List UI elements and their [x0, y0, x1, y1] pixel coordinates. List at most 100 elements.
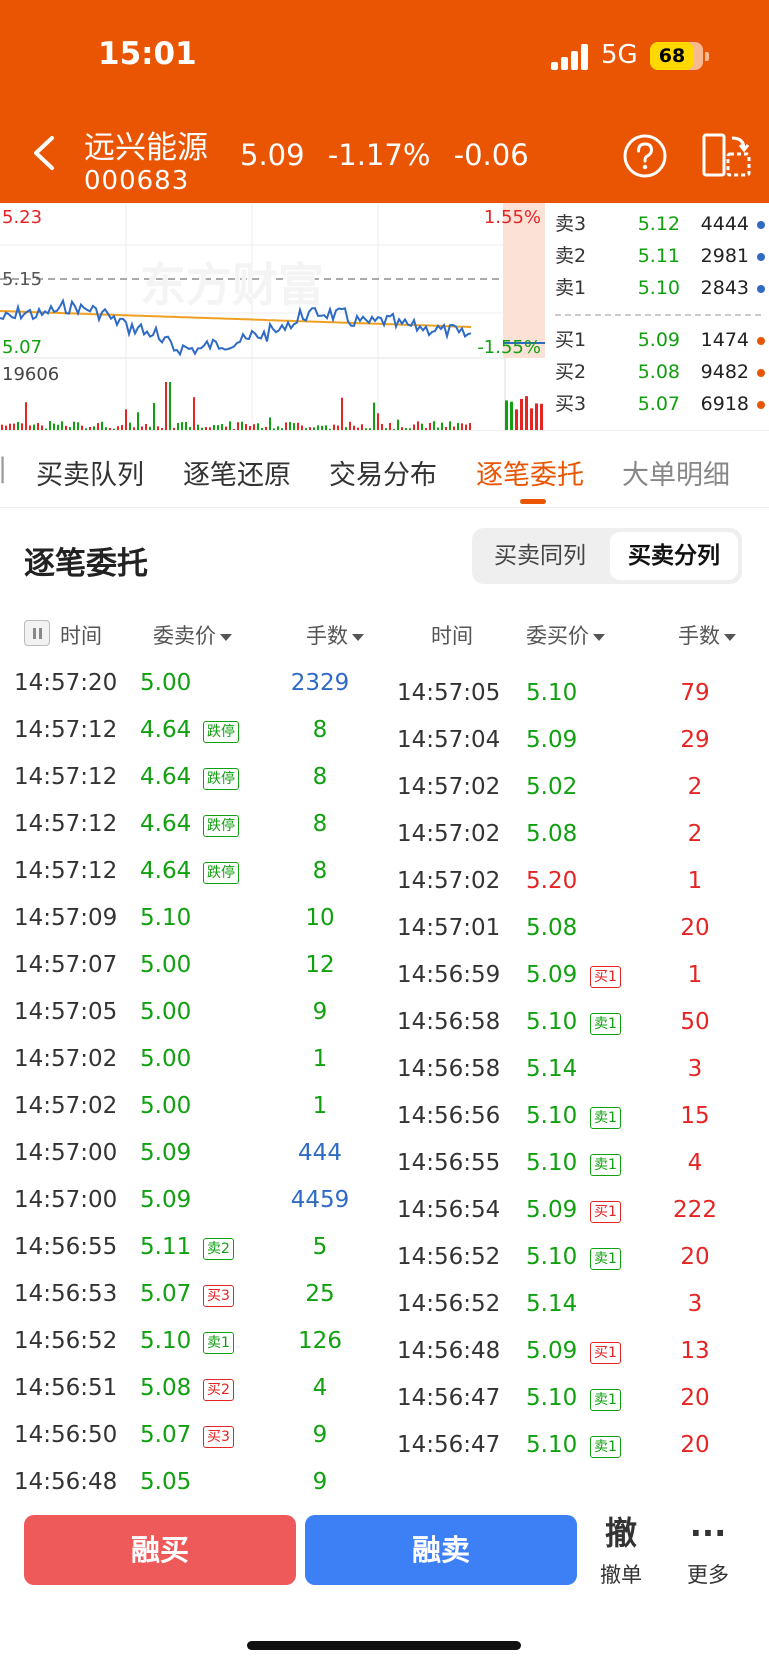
order-badge: 买1	[590, 1342, 621, 1364]
order-volume: 20	[680, 915, 710, 941]
sell-order-row: 14:57:02 5.00 1	[0, 1083, 385, 1130]
sell-order-row: 14:57:07 5.00 12	[0, 942, 385, 989]
intraday-chart[interactable]: 东方财富 5.23 5.15 5.07 1.55% -1.55% 19606	[0, 203, 545, 430]
volume-bar	[169, 382, 171, 430]
auction-volume-bar	[535, 403, 538, 430]
margin-sell-button[interactable]: 融卖	[305, 1515, 577, 1585]
volume-bar	[193, 397, 195, 430]
order-time: 14:57:02	[397, 774, 501, 800]
order-time: 14:56:50	[14, 1422, 118, 1448]
bid-dot-icon	[757, 337, 765, 345]
bid-price: 5.09	[637, 329, 680, 351]
order-badge: 卖2	[203, 1238, 234, 1260]
more-button[interactable]: ··· 更多	[680, 1513, 736, 1589]
order-price: 5.14	[526, 1056, 578, 1082]
ask-row-3[interactable]: 卖3 5.12 4444	[545, 209, 769, 239]
volume-bar	[165, 382, 167, 430]
tab-large-orders[interactable]: 大单明细	[622, 453, 730, 492]
bid-row-1[interactable]: 买1 5.09 1474	[545, 325, 769, 355]
buy-order-row: 14:57:01 5.08 20	[385, 905, 769, 952]
auction-volume-bar	[515, 409, 518, 430]
bid-price: 5.07	[637, 393, 680, 415]
volume-bar	[257, 423, 259, 430]
order-price: 5.00	[140, 670, 192, 696]
order-time: 14:57:00	[14, 1140, 118, 1166]
tab-partial[interactable]: |	[0, 453, 7, 484]
buy-order-row: 14:56:47 5.10 卖1 20	[385, 1422, 769, 1469]
volume-bar	[129, 422, 131, 430]
battery-icon: 68	[650, 42, 709, 70]
order-badge: 跌停	[203, 768, 239, 790]
order-price: 5.10	[526, 1150, 578, 1176]
buy-volume-header[interactable]: 手数	[678, 620, 736, 650]
buy-price-header[interactable]: 委买价	[526, 620, 605, 650]
ask-row-1[interactable]: 卖1 5.10 2843	[545, 273, 769, 303]
buy-order-row: 14:57:04 5.09 29	[385, 717, 769, 764]
ask-price: 5.10	[637, 277, 680, 299]
tab-trade-distribution[interactable]: 交易分布	[329, 453, 437, 492]
order-price: 5.09	[140, 1187, 192, 1213]
order-volume: 5	[312, 1234, 328, 1260]
order-price: 5.09	[526, 962, 578, 988]
order-price: 5.09	[526, 1197, 578, 1223]
ask-volume: 2843	[700, 277, 749, 299]
order-volume: 1	[312, 1093, 328, 1119]
order-time: 14:57:20	[14, 670, 118, 696]
sell-order-row: 14:56:50 5.07 买3 9	[0, 1412, 385, 1459]
chart-down-pct: -1.55%	[477, 337, 541, 358]
buy-order-row: 14:56:58 5.14 3	[385, 1046, 769, 1093]
ask-volume: 4444	[700, 213, 749, 235]
chart-volume-label: 19606	[2, 364, 59, 385]
chart-up-pct: 1.55%	[484, 207, 541, 228]
order-price: 5.00	[140, 1093, 192, 1119]
caret-down-icon	[352, 633, 364, 641]
order-price: 5.08	[526, 821, 578, 847]
volume-bar	[177, 422, 179, 430]
ask-row-2[interactable]: 卖2 5.11 2981	[545, 241, 769, 271]
toggle-split-columns[interactable]: 买卖分列	[610, 532, 738, 580]
order-badge: 买1	[590, 966, 621, 988]
order-price: 4.64	[140, 858, 192, 884]
sell-order-row: 14:56:53 5.07 买3 25	[0, 1271, 385, 1318]
order-volume: 8	[312, 717, 328, 743]
volume-bar	[441, 422, 443, 430]
sell-order-list[interactable]: 14:57:245.091014:57:205.00232914:57:124.…	[0, 660, 385, 1503]
order-badge: 卖1	[203, 1332, 234, 1354]
landscape-switch-icon[interactable]	[702, 132, 752, 180]
margin-buy-button[interactable]: 融买	[24, 1515, 296, 1585]
order-price: 5.02	[526, 774, 578, 800]
volume-bar	[181, 422, 183, 430]
cancel-order-button[interactable]: 撤 撤单	[593, 1513, 649, 1589]
bid-row-2[interactable]: 买2 5.08 9482	[545, 357, 769, 387]
buy-order-list[interactable]: 14:57:075.093 14:57:05 5.10 79 14:57:04 5.09 2…	[385, 660, 769, 1503]
volume-bar	[377, 413, 379, 430]
sell-order-row: 14:56:52 5.10 卖1 126	[0, 1318, 385, 1365]
order-badge: 跌停	[203, 862, 239, 884]
volume-bar	[153, 402, 155, 430]
order-time: 14:57:07	[14, 952, 118, 978]
order-price: 5.10	[526, 1432, 578, 1458]
bid-row-3[interactable]: 买3 5.07 6918	[545, 389, 769, 419]
buy-order-row: 14:56:52 5.10 卖1 20	[385, 1234, 769, 1281]
ask-label: 卖3	[555, 213, 587, 235]
pause-icon[interactable]	[24, 620, 50, 646]
toggle-same-column[interactable]: 买卖同列	[476, 532, 604, 580]
tab-tick-orders[interactable]: 逐笔委托	[476, 453, 584, 492]
order-time: 14:57:05	[14, 999, 118, 1025]
sell-volume-header-label: 手数	[306, 624, 348, 648]
sell-order-row: 14:57:12 4.64 跌停 8	[0, 707, 385, 754]
volume-bar	[341, 397, 343, 430]
help-circle-icon[interactable]	[622, 133, 668, 179]
tab-tick-restore[interactable]: 逐笔还原	[183, 453, 291, 492]
auction-volume-bar	[510, 401, 513, 430]
app-header: 15:01 5G 68 远兴能源 000683 5.09 -1.17% -0.0…	[0, 0, 769, 203]
order-time: 14:56:58	[397, 1056, 501, 1082]
sell-volume-header[interactable]: 手数	[306, 620, 364, 650]
ask-label: 卖2	[555, 245, 587, 267]
tab-order-queue[interactable]: 买卖队列	[36, 453, 144, 492]
order-price: 5.10	[526, 1385, 578, 1411]
chevron-left-icon[interactable]	[30, 135, 58, 171]
sell-price-header[interactable]: 委卖价	[153, 620, 232, 650]
volume-bar	[229, 421, 231, 430]
stock-name: 远兴能源	[84, 130, 208, 166]
